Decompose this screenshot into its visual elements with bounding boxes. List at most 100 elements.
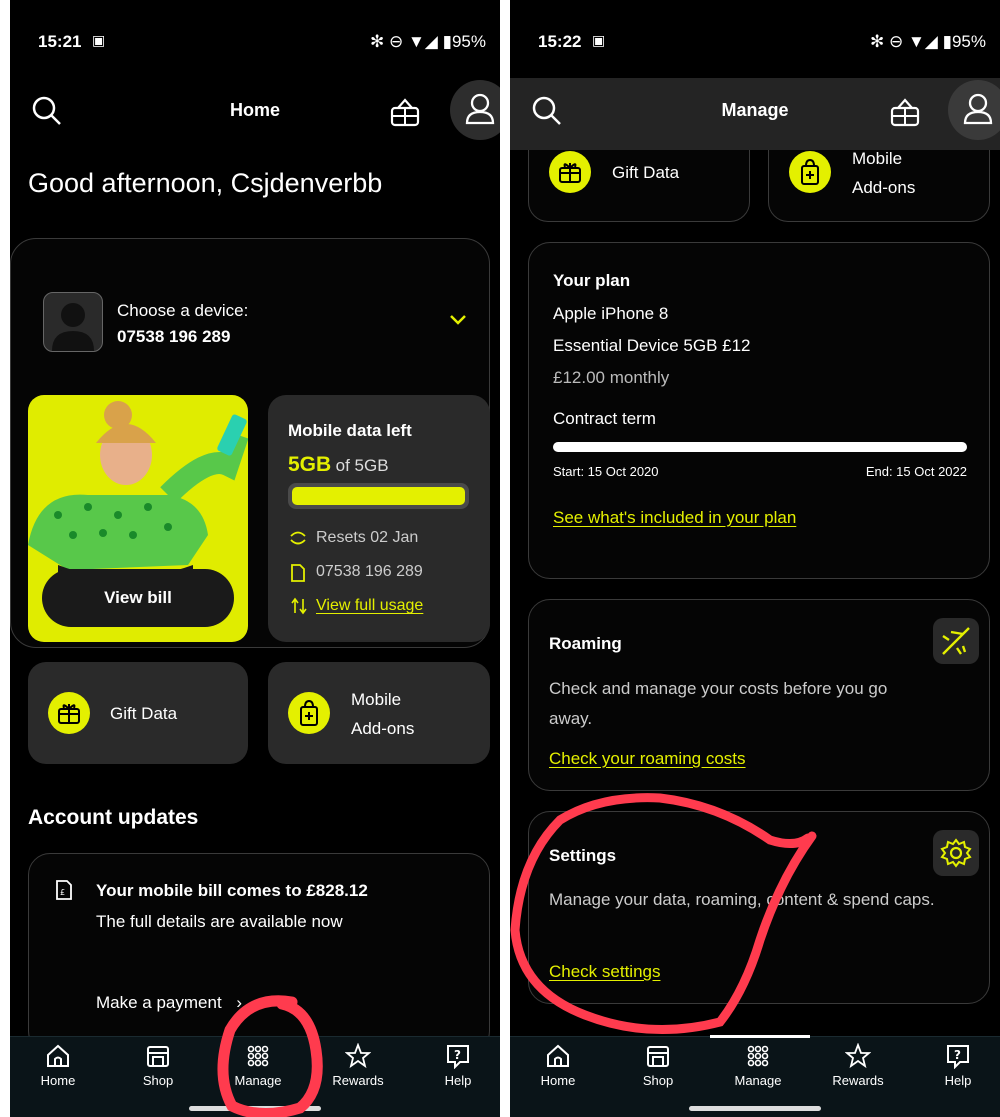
bottom-nav: Home Shop Manage Rewards ? Help <box>10 1036 500 1117</box>
contract-end: End: 15 Oct 2022 <box>865 464 967 479</box>
bottom-nav: Home Shop Manage Rewards ? Help <box>510 1035 1000 1117</box>
grid-icon <box>747 1045 769 1067</box>
contract-heading: Contract term <box>553 409 656 428</box>
active-tab-indicator <box>710 1035 810 1038</box>
svg-text:?: ? <box>954 1048 961 1062</box>
check-settings-link[interactable]: Check settings <box>549 962 661 982</box>
help-icon: ? <box>947 1045 969 1069</box>
plan-card: Your plan Apple iPhone 8 Essential Devic… <box>528 242 990 579</box>
usage-arrows-icon <box>291 597 307 615</box>
home-screen: 15:21 ▣ ✻ ⊖ ▼◢ ▮95% Home Good afternoon,… <box>10 0 500 1117</box>
help-icon: ? <box>447 1045 469 1069</box>
star-icon <box>845 1043 871 1069</box>
top-bar: Manage <box>510 78 1000 150</box>
profile-button[interactable] <box>948 80 1000 140</box>
gear-icon <box>940 838 972 868</box>
gift-data-label: Gift Data <box>612 163 680 182</box>
mobile-addons-button[interactable]: Mobile Add-ons <box>268 662 490 764</box>
basket-icon[interactable] <box>888 96 922 130</box>
settings-description: Manage your data, roaming, content & spe… <box>549 890 935 909</box>
gift-icon-circle <box>549 151 591 193</box>
gift-data-button[interactable]: Gift Data <box>28 662 248 764</box>
data-progress-fill <box>292 487 465 505</box>
gift-data-label: Gift Data <box>110 704 178 723</box>
addons-label-line1: Mobile <box>852 149 903 168</box>
nav-help-label: Help <box>944 1073 972 1088</box>
profile-icon <box>963 93 993 125</box>
profile-button[interactable] <box>450 80 500 140</box>
nav-manage-label: Manage <box>734 1073 782 1088</box>
view-full-usage-link[interactable]: View full usage <box>316 597 423 615</box>
basket-icon[interactable] <box>388 96 422 130</box>
shopping-bag-plus-icon <box>300 699 318 726</box>
bill-document-icon: £ <box>56 880 72 900</box>
nav-help[interactable]: ? Help <box>418 1043 498 1088</box>
addons-label-line2: Add-ons <box>852 178 916 197</box>
nav-home[interactable]: Home <box>18 1043 98 1088</box>
nav-shop[interactable]: Shop <box>118 1043 198 1088</box>
status-bar: 15:22 ▣ ✻ ⊖ ▼◢ ▮95% <box>510 0 1000 80</box>
addons-label-line1: Mobile <box>351 690 402 709</box>
grid-icon <box>247 1045 269 1067</box>
reset-date: Resets 02 Jan <box>316 529 419 546</box>
nav-help-label: Help <box>444 1073 472 1088</box>
status-icons: ✻ ⊖ ▼◢ ▮95% <box>370 32 486 51</box>
nav-rewards[interactable]: Rewards <box>318 1043 398 1088</box>
nav-home[interactable]: Home <box>518 1043 598 1088</box>
data-amount: 5GB <box>288 453 332 476</box>
roaming-heading: Roaming <box>549 634 622 653</box>
device-number: 07538 196 289 <box>117 327 231 346</box>
data-usage-card: Mobile data left 5GB of 5GB Resets 02 Ja… <box>268 395 490 642</box>
gift-icon-circle <box>48 692 90 734</box>
sim-card-icon <box>291 564 305 582</box>
svg-text:£: £ <box>60 888 65 897</box>
nav-home-label: Home <box>40 1073 76 1088</box>
sim-icon: ▣ <box>92 32 106 48</box>
top-bar: Home <box>10 78 500 150</box>
status-time: 15:21 <box>38 32 82 51</box>
make-payment-link[interactable]: Make a payment › <box>96 993 242 1013</box>
nav-rewards[interactable]: Rewards <box>818 1043 898 1088</box>
account-updates-heading: Account updates <box>28 806 199 829</box>
gift-icon <box>559 163 581 183</box>
shopping-bag-plus-icon <box>801 158 819 185</box>
roaming-costs-link[interactable]: Check your roaming costs <box>549 749 746 769</box>
nav-home-label: Home <box>540 1073 576 1088</box>
greeting: Good afternoon, Csjdenverbb <box>28 168 383 198</box>
gesture-bar <box>689 1106 821 1111</box>
battery-level: 95% <box>451 32 486 51</box>
settings-heading: Settings <box>549 846 617 865</box>
contract-start: Start: 15 Oct 2020 <box>553 464 659 479</box>
view-bill-button[interactable]: View bill <box>42 569 234 627</box>
data-number: 07538 196 289 <box>316 563 423 580</box>
nav-help[interactable]: ? Help <box>918 1043 998 1088</box>
chevron-down-icon[interactable] <box>449 313 467 327</box>
nav-shop-label: Shop <box>142 1073 174 1088</box>
gear-icon-box <box>933 830 979 876</box>
bill-subtitle: The full details are available now <box>96 912 343 931</box>
roaming-description: Check and manage your costs before you g… <box>549 679 888 728</box>
nav-rewards-label: Rewards <box>832 1073 884 1088</box>
svg-text:?: ? <box>454 1048 461 1062</box>
status-icons: ✻ ⊖ ▼◢ ▮95% <box>870 32 986 51</box>
nav-manage[interactable]: Manage <box>718 1043 798 1088</box>
plan-details-link[interactable]: See what's included in your plan <box>553 508 796 528</box>
star-icon <box>345 1043 371 1069</box>
home-icon <box>47 1044 69 1067</box>
bill-update-card: £ Your mobile bill comes to £828.12 The … <box>28 853 490 1053</box>
data-progress-track <box>288 483 469 509</box>
device-label: Choose a device: <box>117 301 249 320</box>
roaming-card: Roaming Check and manage your costs befo… <box>528 599 990 791</box>
nav-shop[interactable]: Shop <box>618 1043 698 1088</box>
sim-icon: ▣ <box>592 32 606 48</box>
nav-manage-label: Manage <box>234 1073 282 1088</box>
page-title: Home <box>229 100 280 120</box>
home-icon <box>547 1044 569 1067</box>
contract-progress-track <box>553 442 967 452</box>
nav-manage[interactable]: Manage <box>218 1043 298 1088</box>
airplane-icon <box>942 627 970 655</box>
shop-icon <box>147 1046 169 1067</box>
nav-shop-label: Shop <box>642 1073 674 1088</box>
battery-level: 95% <box>951 32 986 51</box>
plan-device: Apple iPhone 8 <box>553 304 669 323</box>
